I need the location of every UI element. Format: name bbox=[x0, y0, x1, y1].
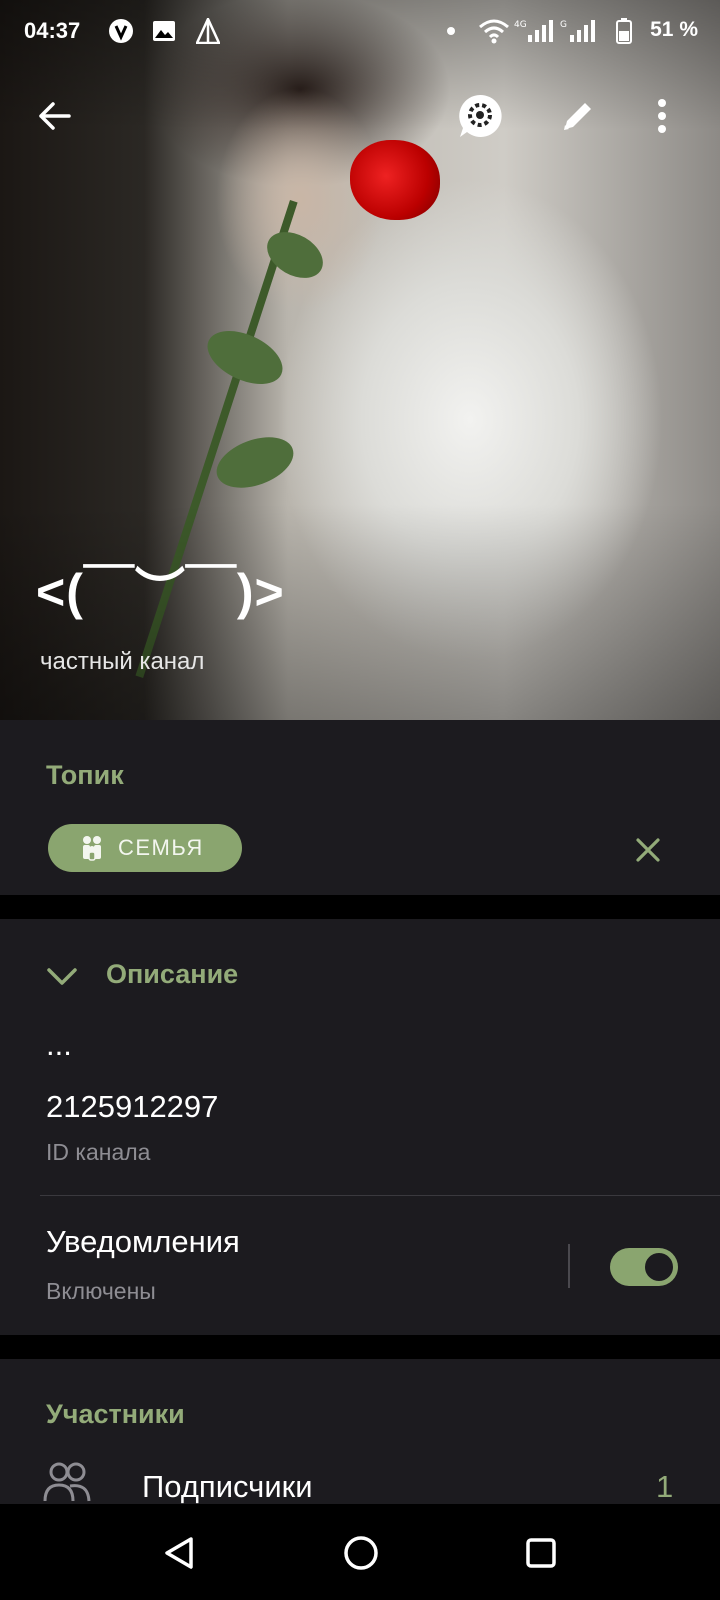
chat-settings-button[interactable] bbox=[450, 86, 510, 146]
signal-g-icon: G bbox=[560, 18, 602, 44]
battery-icon bbox=[616, 18, 632, 44]
description-heading: Описание bbox=[106, 959, 239, 989]
topic-chip-label: СЕМЬЯ bbox=[118, 835, 204, 860]
vpn-triangle-icon bbox=[196, 18, 220, 44]
family-icon bbox=[80, 835, 104, 861]
status-bar: 04:37 4G G 51 % bbox=[0, 0, 720, 62]
more-button[interactable] bbox=[642, 86, 682, 146]
section-gap bbox=[0, 895, 720, 919]
notifications-toggle[interactable] bbox=[610, 1248, 678, 1286]
navigation-bar bbox=[0, 1504, 720, 1600]
chat-settings-icon bbox=[459, 94, 502, 137]
topic-section: Топик СЕМЬЯ bbox=[0, 720, 720, 895]
network-1-label: 4G bbox=[514, 20, 527, 30]
channel-id-label: ID канала bbox=[46, 1139, 151, 1165]
chevron-down-icon bbox=[47, 968, 77, 985]
members-heading: Участники bbox=[46, 1399, 185, 1429]
more-vertical-icon bbox=[658, 99, 666, 133]
toggle-knob bbox=[642, 1250, 676, 1284]
edit-button[interactable] bbox=[548, 86, 608, 146]
people-icon bbox=[43, 1462, 91, 1502]
v-app-icon bbox=[108, 18, 134, 44]
status-time: 04:37 bbox=[24, 18, 81, 43]
network-2-label: G bbox=[560, 20, 567, 30]
section-gap bbox=[0, 1335, 720, 1359]
subscribers-count: 1 bbox=[656, 1469, 674, 1504]
notifications-status: Включены bbox=[46, 1278, 156, 1304]
toggle-separator bbox=[568, 1244, 570, 1288]
signal-4g-icon: 4G bbox=[514, 18, 556, 44]
subscribers-row[interactable]: Подписчики 1 bbox=[0, 1459, 720, 1504]
description-section: Описание ... 2125912297 ID канала Уведом… bbox=[0, 919, 720, 1335]
arrow-left-icon bbox=[39, 102, 71, 130]
wifi-icon bbox=[478, 18, 510, 44]
subscribers-label: Подписчики bbox=[142, 1469, 313, 1504]
channel-id-value: 2125912297 bbox=[46, 1089, 219, 1124]
back-button[interactable] bbox=[24, 86, 84, 146]
square-recents-icon bbox=[526, 1538, 556, 1568]
triangle-back-icon bbox=[165, 1537, 193, 1569]
description-toggle[interactable]: Описание bbox=[40, 957, 300, 1001]
notifications-row[interactable]: Уведомления Включены bbox=[0, 1196, 720, 1335]
battery-percent: 51 % bbox=[650, 18, 698, 41]
channel-id-row[interactable]: 2125912297 ID канала bbox=[0, 1089, 720, 1184]
topic-heading: Топик bbox=[46, 760, 124, 790]
description-text: ... bbox=[46, 1027, 72, 1062]
circle-home-icon bbox=[344, 1536, 378, 1570]
pencil-icon bbox=[564, 103, 591, 130]
gallery-icon bbox=[152, 18, 176, 44]
close-icon bbox=[636, 838, 660, 862]
dot-icon bbox=[446, 18, 456, 44]
topic-chip[interactable]: СЕМЬЯ bbox=[48, 824, 242, 872]
nav-back-button[interactable] bbox=[154, 1528, 204, 1578]
nav-home-button[interactable] bbox=[336, 1528, 386, 1578]
channel-type: частный канал bbox=[40, 648, 205, 675]
channel-title: <(￣︶￣)> bbox=[36, 564, 285, 620]
remove-topic-button[interactable] bbox=[628, 830, 668, 870]
notifications-label: Уведомления bbox=[46, 1224, 240, 1259]
nav-recents-button[interactable] bbox=[516, 1528, 566, 1578]
members-section: Участники Подписчики 1 bbox=[0, 1359, 720, 1504]
